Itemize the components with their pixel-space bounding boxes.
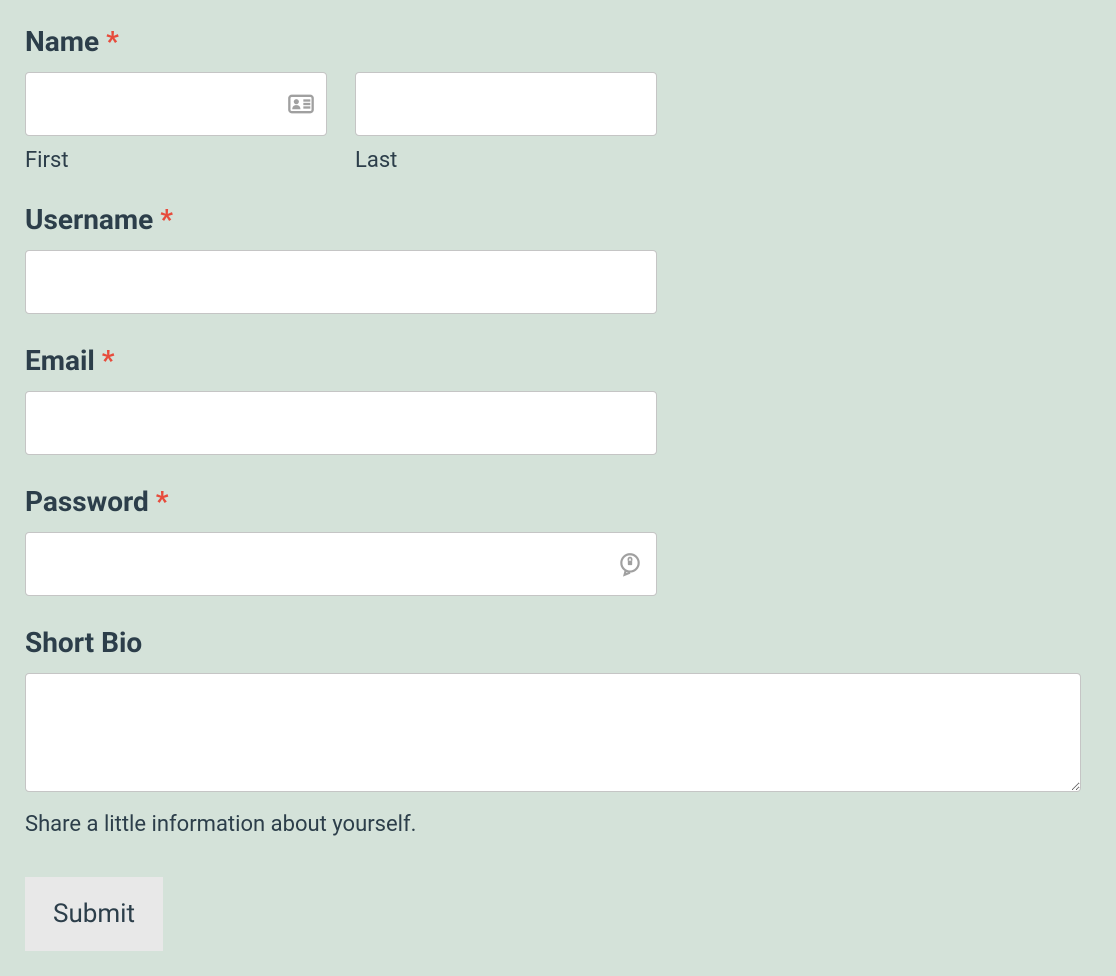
username-label: Username * [25,203,1091,236]
bio-help-text: Share a little information about yoursel… [25,812,1091,837]
password-wrapper [25,532,657,596]
required-asterisk: * [156,485,169,518]
last-name-wrapper [355,72,657,136]
name-label: Name * [25,25,1091,58]
password-field-group: Password * [25,485,1091,596]
name-label-text: Name [25,25,99,58]
username-input[interactable] [25,250,657,314]
required-asterisk: * [160,203,173,236]
bio-label: Short Bio [25,626,1091,659]
first-name-input[interactable] [25,72,327,136]
submit-button[interactable]: Submit [25,877,163,951]
bio-field-group: Short Bio Share a little information abo… [25,626,1091,837]
name-field-group: Name * First [25,25,1091,173]
last-name-input[interactable] [355,72,657,136]
registration-form: Name * First [25,25,1091,951]
username-label-text: Username [25,203,153,236]
required-asterisk: * [106,25,119,58]
bio-label-text: Short Bio [25,626,142,659]
bio-textarea[interactable] [25,673,1081,792]
name-row: First Last [25,72,1091,173]
required-asterisk: * [102,344,115,377]
email-field-group: Email * [25,344,1091,455]
email-label: Email * [25,344,1091,377]
password-label: Password * [25,485,1091,518]
last-name-column: Last [355,72,657,173]
email-label-text: Email [25,344,95,377]
first-name-column: First [25,72,327,173]
last-name-sublabel: Last [355,148,657,173]
first-name-wrapper [25,72,327,136]
first-name-sublabel: First [25,148,327,173]
username-field-group: Username * [25,203,1091,314]
email-input[interactable] [25,391,657,455]
password-label-text: Password [25,485,149,518]
password-input[interactable] [25,532,657,596]
